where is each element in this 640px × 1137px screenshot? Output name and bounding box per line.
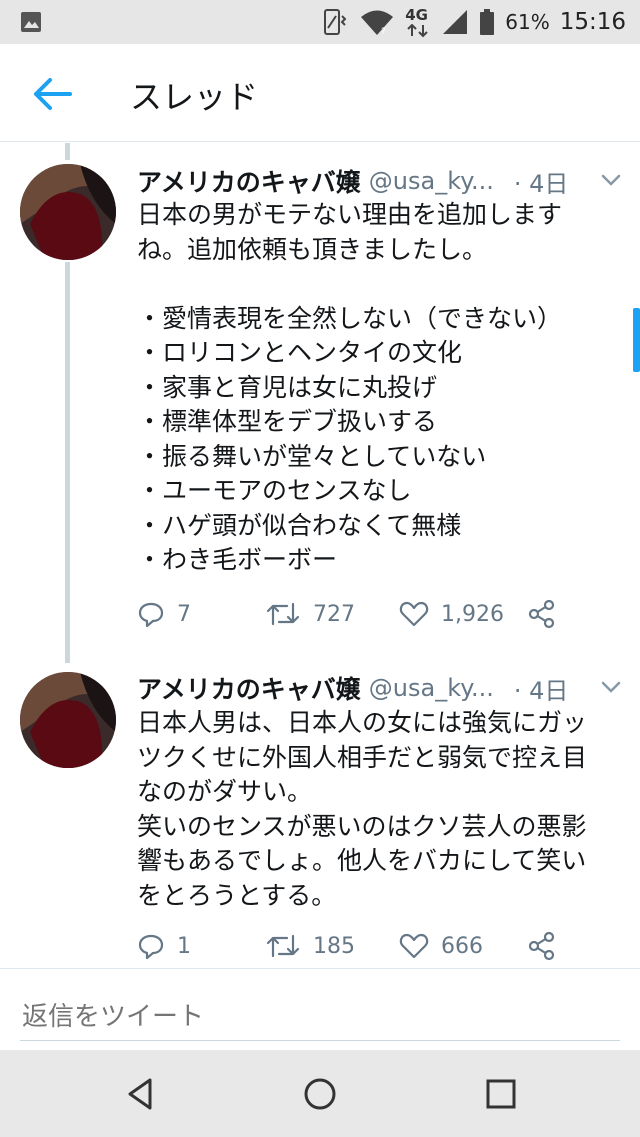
reply-input[interactable] [20, 969, 620, 1041]
tweet-line: ・愛情表現を全然しない（できない） [137, 303, 563, 333]
tweet-line: ・振る舞いが堂々としていない [137, 441, 487, 471]
retweet-icon [266, 934, 300, 958]
tweet-line: をとろうとする。 [137, 880, 337, 910]
like-icon [399, 601, 429, 627]
retweet-button[interactable]: 727 [265, 594, 355, 634]
username[interactable]: @usa_ky... [369, 167, 494, 195]
tweet-line: 響もあるでしょ。他人をバカにして笑い [137, 846, 587, 875]
like-count: 1,926 [441, 601, 504, 627]
chevron-down-icon[interactable] [598, 674, 624, 700]
system-nav-bar [0, 1050, 640, 1137]
reply-button[interactable]: 7 [137, 594, 191, 634]
tweet-line: ね。追加依頼も頂きましたし。 [137, 234, 488, 264]
tweet-text: 日本の男がモテない理由を追加します ね。追加依頼も頂きましたし。 ・愛情表現を全… [137, 198, 620, 578]
scrollbar[interactable] [633, 308, 640, 372]
tweet-text: 日本人男は、日本人の女には強気にガッ ツクくせに外国人相手だと弱気で控え目 なの… [137, 706, 620, 913]
tweet-line: 日本の男がモテない理由を追加します [137, 200, 563, 229]
retweet-count: 727 [313, 601, 355, 627]
display-name[interactable]: アメリカのキャバ嬢 [137, 163, 361, 199]
tweet-line: ・ロリコンとヘンタイの文化 [137, 338, 463, 367]
tweet-line: ・家事と育児は女に丸投げ [137, 372, 438, 402]
retweet-icon [266, 602, 300, 626]
share-icon [528, 931, 555, 961]
image-icon [21, 12, 41, 32]
tweet-line: 笑いのセンスが悪いのはクソ芸人の悪影 [137, 811, 587, 841]
like-icon [399, 933, 429, 959]
nav-home-icon[interactable] [300, 1074, 340, 1114]
chevron-down-icon[interactable] [598, 167, 624, 193]
timestamp[interactable]: · 4日 [514, 671, 569, 706]
page-title: スレッド [130, 78, 259, 116]
like-button[interactable]: 666 [399, 926, 483, 966]
battery-percent: 61% [505, 10, 550, 34]
app-header: スレッド [0, 44, 640, 142]
battery-icon [480, 9, 495, 35]
share-button[interactable] [527, 926, 557, 966]
tweet-actions: 1 185 666 [137, 926, 620, 966]
nav-back-icon[interactable] [120, 1074, 160, 1114]
data-arrows-icon [407, 24, 428, 38]
network-label: 4G [405, 6, 428, 24]
retweet-button[interactable]: 185 [265, 926, 355, 966]
tweet-line: 日本人男は、日本人の女には強気にガッ [137, 708, 588, 737]
svg-text:?: ? [381, 27, 386, 36]
wifi-icon: ? [361, 10, 394, 36]
signal-icon [443, 10, 468, 34]
tweet-header: アメリカのキャバ嬢 @usa_ky... · 4日 [137, 161, 624, 201]
like-count: 666 [441, 933, 483, 959]
avatar[interactable] [20, 672, 116, 768]
vibrate-icon [324, 9, 347, 35]
status-bar: ? 4G 61% 15:16 [0, 0, 640, 44]
retweet-count: 185 [313, 933, 355, 959]
share-icon [528, 599, 555, 629]
clock: 15:16 [559, 9, 626, 35]
tweet-line: ・ユーモアのセンスなし [137, 476, 412, 505]
avatar[interactable] [20, 164, 116, 260]
share-button[interactable] [527, 594, 557, 634]
display-name[interactable]: アメリカのキャバ嬢 [137, 670, 361, 706]
tweet-line: ・ハゲ頭が似合わなくて無様 [137, 510, 462, 540]
username[interactable]: @usa_ky... [369, 674, 494, 702]
timestamp[interactable]: · 4日 [514, 164, 569, 199]
tweet[interactable]: アメリカのキャバ嬢 @usa_ky... · 4日 日本人男は、日本人の女には強… [0, 653, 640, 967]
nav-recents-icon[interactable] [481, 1074, 521, 1114]
back-arrow-icon[interactable] [30, 74, 76, 114]
reply-button[interactable]: 1 [137, 926, 191, 966]
tweet[interactable]: アメリカのキャバ嬢 @usa_ky... · 4日 日本の男がモテない理由を追加… [0, 143, 640, 653]
reply-count: 7 [177, 601, 191, 627]
network-type: 4G [405, 2, 431, 42]
tweet-line: ツクくせに外国人相手だと弱気で控え目 [137, 742, 588, 772]
tweet-line: なのがダサい。 [137, 777, 313, 806]
like-button[interactable]: 1,926 [399, 594, 504, 634]
tweet-actions: 7 727 1,926 [137, 594, 620, 634]
reply-icon [138, 934, 164, 960]
reply-bar [0, 968, 640, 1050]
tweet-line: ・標準体型をデブ扱いする [137, 407, 438, 436]
reply-icon [138, 602, 164, 628]
tweet-line [137, 267, 620, 302]
tweet-line: ・わき毛ボーボー [137, 545, 338, 574]
tweet-header: アメリカのキャバ嬢 @usa_ky... · 4日 [137, 668, 624, 708]
reply-count: 1 [177, 933, 191, 959]
